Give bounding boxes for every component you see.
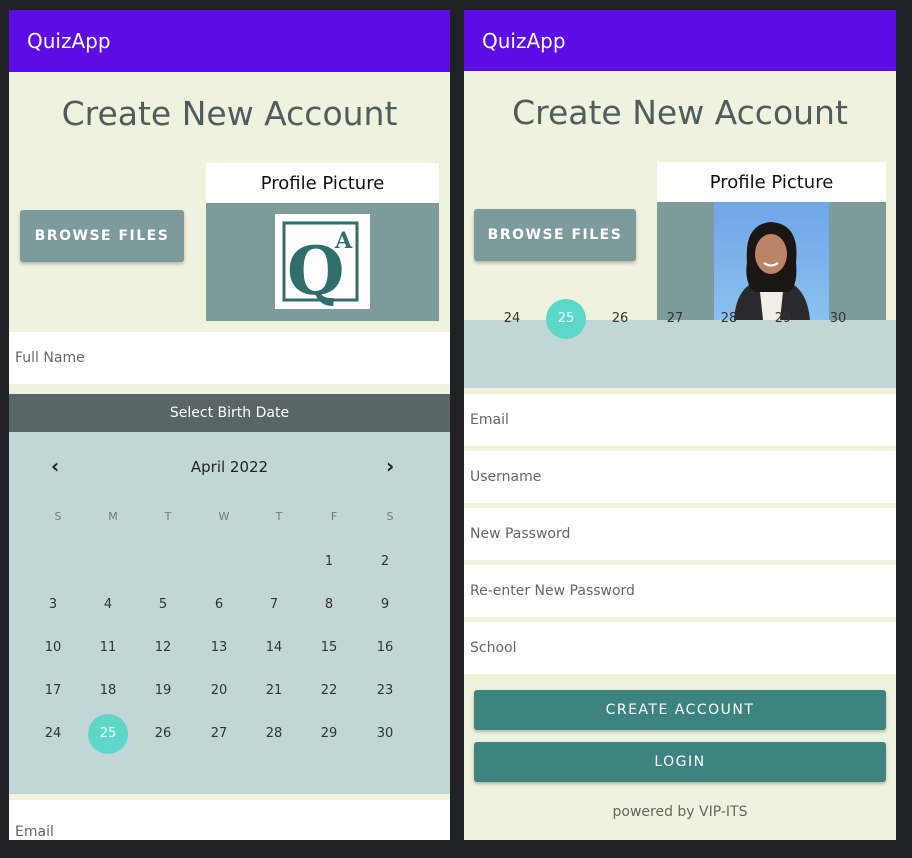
- calendar-day[interactable]: 10: [33, 628, 73, 668]
- calendar-day[interactable]: 29: [309, 714, 349, 754]
- app-bar: QuizApp: [9, 10, 450, 72]
- email-field[interactable]: Email: [9, 800, 450, 840]
- weekday-label: F: [330, 510, 338, 523]
- page-title: Create New Account: [512, 93, 848, 132]
- username-field[interactable]: Username: [464, 451, 896, 503]
- reenter-password-placeholder: Re-enter New Password: [470, 583, 635, 599]
- calendar-day[interactable]: 9: [365, 585, 405, 625]
- app-title: QuizApp: [482, 29, 566, 53]
- calendar-day[interactable]: 29: [763, 299, 803, 339]
- username-placeholder: Username: [470, 469, 542, 485]
- weekday-label: W: [218, 510, 230, 523]
- calendar-day[interactable]: 30: [365, 714, 405, 754]
- calendar-day[interactable]: 16: [365, 628, 405, 668]
- app-title: QuizApp: [27, 29, 111, 53]
- page-title: Create New Account: [61, 94, 398, 133]
- weekday-label: T: [164, 510, 172, 523]
- calendar-day[interactable]: 22: [309, 671, 349, 711]
- calendar-day[interactable]: 5: [143, 585, 183, 625]
- school-field[interactable]: School: [464, 622, 896, 674]
- calendar-day[interactable]: 17: [33, 671, 73, 711]
- calendar-day[interactable]: 3: [33, 585, 73, 625]
- calendar-day[interactable]: 20: [199, 671, 239, 711]
- next-month-button[interactable]: ›: [386, 454, 394, 478]
- profile-picture-label: Profile Picture: [206, 163, 439, 203]
- email-field[interactable]: Email: [464, 394, 896, 446]
- create-account-button[interactable]: CREATE ACCOUNT: [474, 690, 886, 730]
- calendar-day[interactable]: 4: [88, 585, 128, 625]
- weekday-label: T: [275, 510, 283, 523]
- weekday-label: S: [54, 510, 62, 523]
- calendar-day[interactable]: 27: [199, 714, 239, 754]
- profile-picture-preview[interactable]: Q A: [206, 203, 439, 321]
- calendar-day[interactable]: 15: [309, 628, 349, 668]
- calendar-month: April 2022: [190, 458, 269, 476]
- calendar-day[interactable]: 7: [254, 585, 294, 625]
- calendar-day[interactable]: 30: [818, 299, 858, 339]
- calendar-day[interactable]: 24: [33, 714, 73, 754]
- calendar-partial: 24 25 26 27 28 29 30: [464, 299, 896, 388]
- calendar-day[interactable]: 6: [199, 585, 239, 625]
- weekday-label: S: [386, 510, 394, 523]
- calendar-day[interactable]: 13: [199, 628, 239, 668]
- calendar-day[interactable]: 14: [254, 628, 294, 668]
- full-name-field[interactable]: Full Name: [9, 332, 450, 384]
- new-password-field[interactable]: New Password: [464, 508, 896, 560]
- new-password-placeholder: New Password: [470, 526, 571, 542]
- calendar-day[interactable]: 12: [143, 628, 183, 668]
- email-placeholder: Email: [15, 824, 54, 840]
- school-placeholder: School: [470, 640, 517, 656]
- calendar-day[interactable]: 11: [88, 628, 128, 668]
- calendar-day[interactable]: 28: [709, 299, 749, 339]
- logo-letter-a: A: [334, 228, 353, 254]
- screen-left: QuizApp Create New Account BROWSE FILES …: [9, 10, 450, 840]
- calendar: ‹ April 2022 › S M T W T F S 1 2 3 4 5 6 7 8 9 10…: [9, 432, 450, 794]
- birth-date-header: Select Birth Date: [9, 394, 450, 432]
- calendar-day[interactable]: 2: [365, 542, 405, 582]
- profile-picture-label: Profile Picture: [657, 162, 886, 202]
- calendar-day[interactable]: 21: [254, 671, 294, 711]
- reenter-password-field[interactable]: Re-enter New Password: [464, 565, 896, 617]
- full-name-placeholder: Full Name: [15, 350, 85, 366]
- calendar-day[interactable]: 23: [365, 671, 405, 711]
- calendar-day[interactable]: 19: [143, 671, 183, 711]
- browse-files-button[interactable]: BROWSE FILES: [474, 209, 636, 261]
- screen-right: QuizApp Create New Account BROWSE FILES …: [464, 10, 896, 840]
- calendar-day[interactable]: 8: [309, 585, 349, 625]
- app-logo: Q A: [275, 214, 370, 310]
- browse-files-button[interactable]: BROWSE FILES: [20, 210, 184, 262]
- calendar-day[interactable]: 1: [309, 542, 349, 582]
- calendar-day[interactable]: 28: [254, 714, 294, 754]
- powered-by-footer: powered by VIP-ITS: [612, 804, 748, 820]
- calendar-day[interactable]: 26: [143, 714, 183, 754]
- app-bar: QuizApp: [464, 10, 896, 71]
- weekday-label: M: [108, 510, 118, 523]
- calendar-day[interactable]: 18: [88, 671, 128, 711]
- calendar-day[interactable]: 25: [88, 714, 128, 754]
- login-button[interactable]: LOGIN: [474, 742, 886, 782]
- calendar-day[interactable]: 27: [655, 299, 695, 339]
- email-placeholder: Email: [470, 412, 509, 428]
- calendar-day[interactable]: 24: [492, 299, 532, 339]
- calendar-day[interactable]: 25: [546, 299, 586, 339]
- calendar-day[interactable]: 26: [600, 299, 640, 339]
